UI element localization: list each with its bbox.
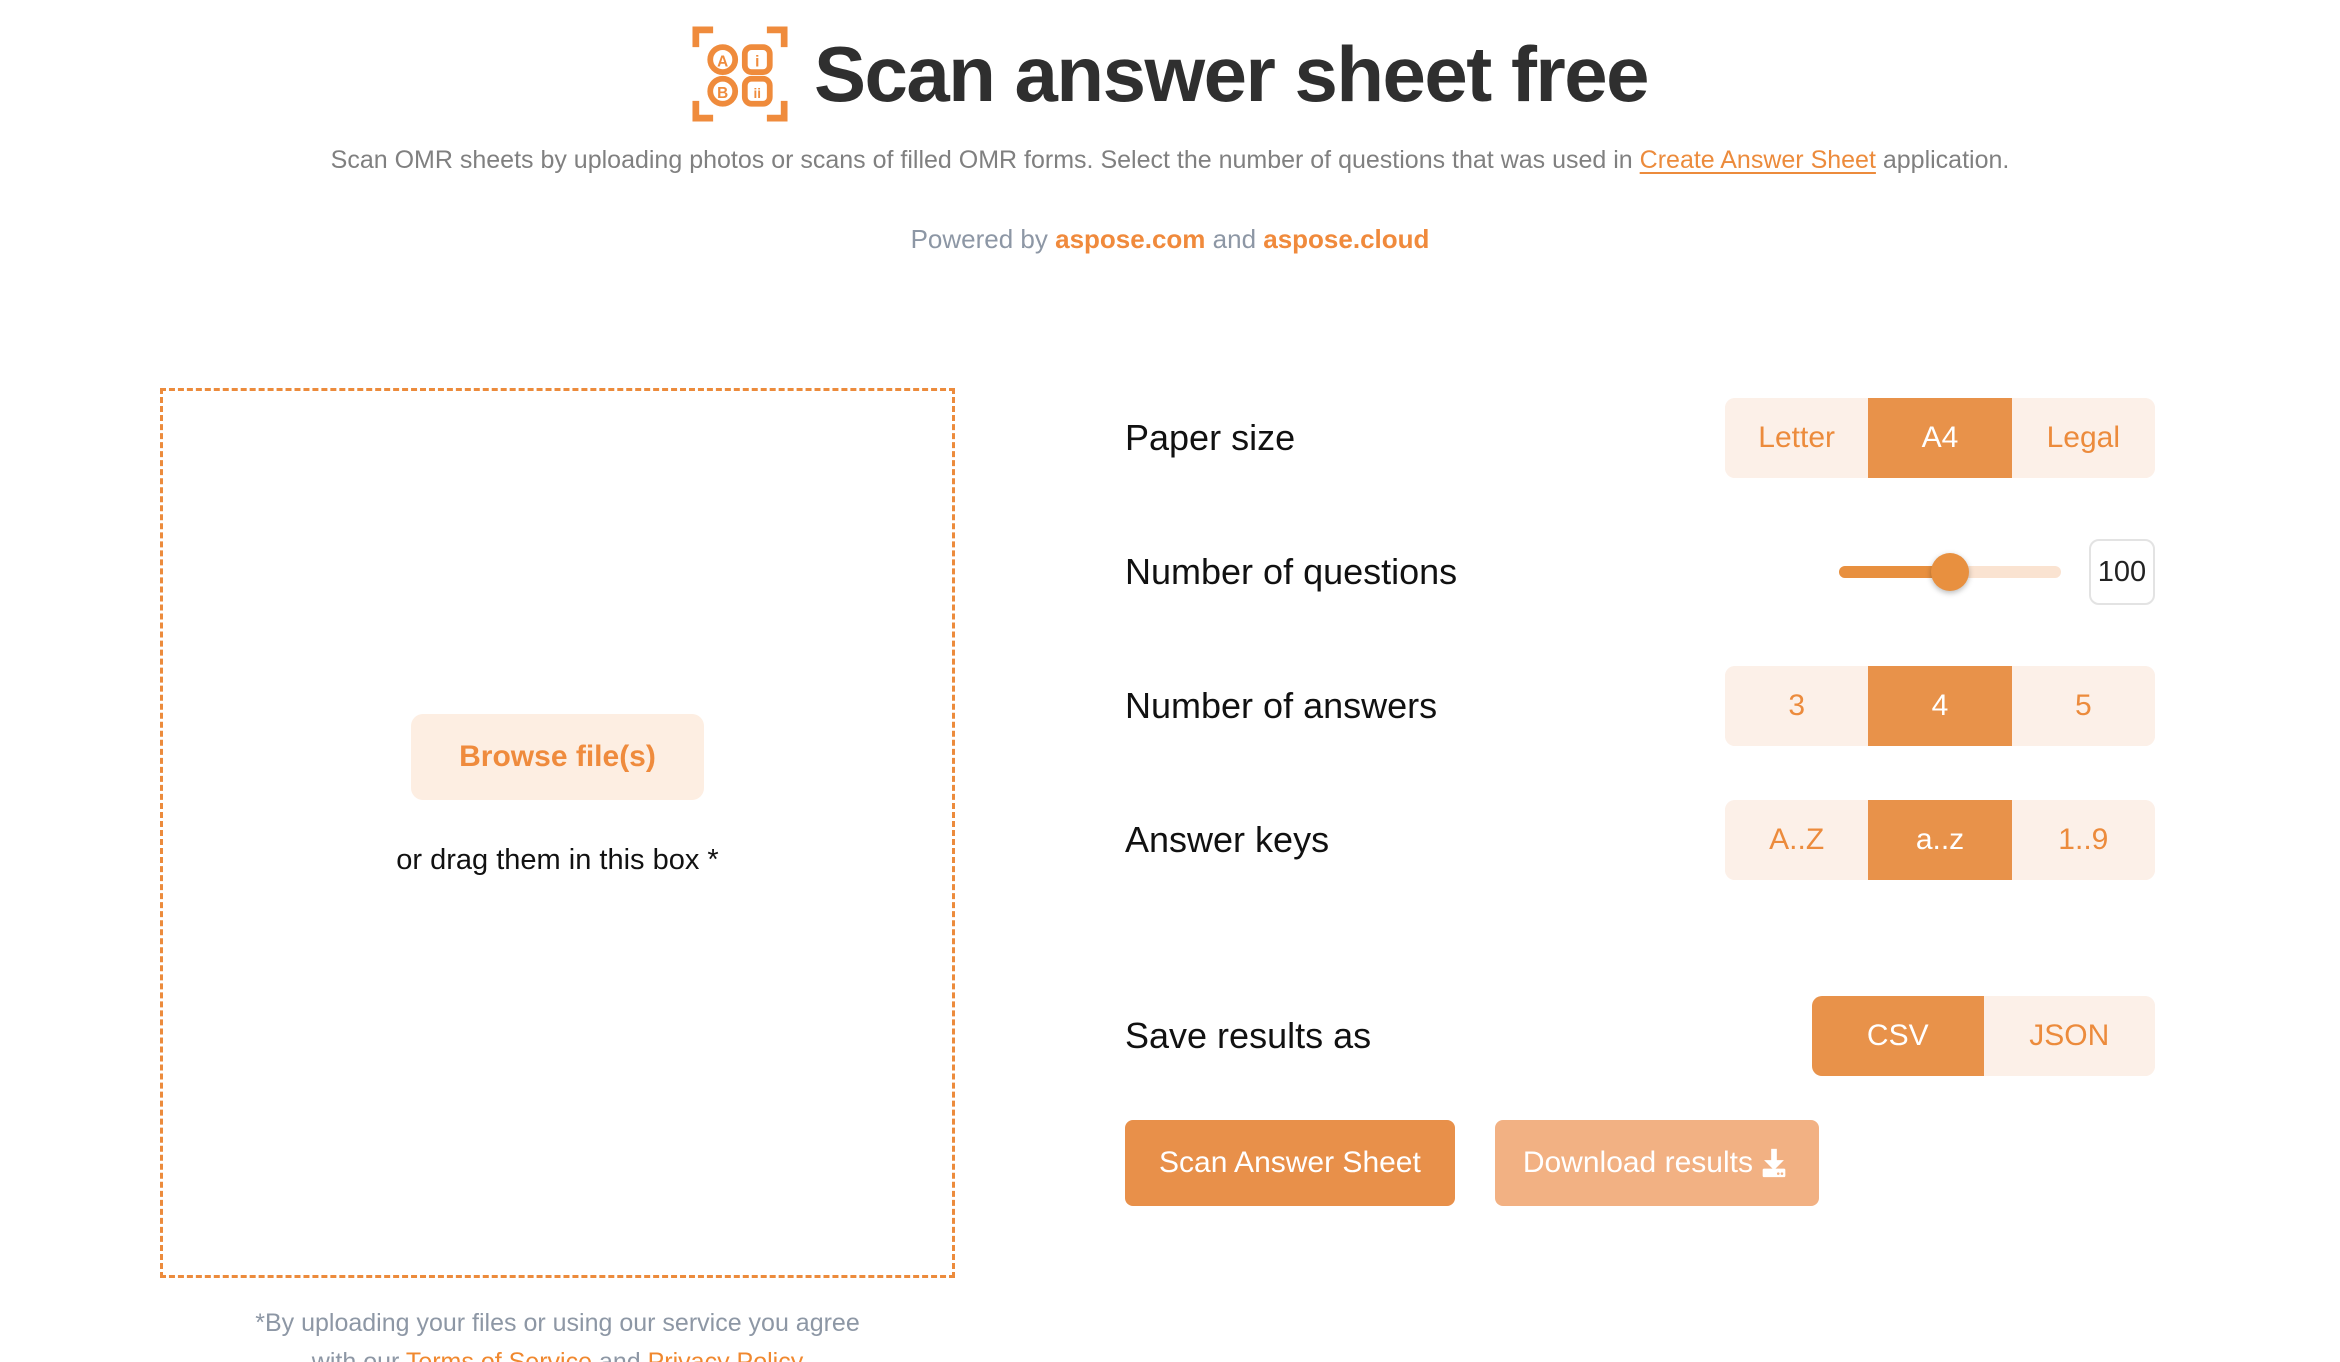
- agreement-line-1: *By uploading your files or using our se…: [255, 1309, 860, 1337]
- settings-column: Paper size Letter A4 Legal Number of que…: [1110, 388, 2340, 1206]
- powered-by-prefix: Powered by: [910, 223, 1056, 254]
- page-subtitle: Scan OMR sheets by uploading photos or s…: [0, 144, 2340, 178]
- svg-text:B: B: [717, 85, 728, 102]
- svg-text:i: i: [755, 53, 759, 70]
- answer-keys-option-numeric[interactable]: 1..9: [2011, 800, 2155, 880]
- setting-row-answer-keys: Answer keys A..Z a..z 1..9: [1125, 790, 2340, 890]
- page-title: Scan answer sheet free: [813, 30, 1650, 118]
- svg-text:ii: ii: [753, 86, 760, 101]
- answer-keys-control: A..Z a..z 1..9: [1725, 800, 2155, 880]
- powered-by-middle: and: [1205, 223, 1264, 254]
- number-of-questions-value[interactable]: 100: [2089, 539, 2155, 605]
- number-of-answers-option-5[interactable]: 5: [2011, 666, 2155, 746]
- answer-keys-label: Answer keys: [1125, 819, 1330, 860]
- number-of-answers-label: Number of answers: [1125, 685, 1438, 726]
- paper-size-label: Paper size: [1125, 417, 1296, 458]
- setting-row-number-of-answers: Number of answers 3 4 5: [1125, 656, 2340, 756]
- save-results-option-json[interactable]: JSON: [1983, 996, 2155, 1076]
- upload-column: Browse file(s) or drag them in this box …: [0, 388, 1110, 1362]
- save-results-option-csv[interactable]: CSV: [1812, 996, 1984, 1076]
- number-of-questions-slider[interactable]: [1839, 553, 2061, 591]
- subtitle-text-after: application.: [1875, 146, 2010, 174]
- aspose-com-link[interactable]: aspose.com: [1055, 224, 1205, 254]
- number-of-answers-option-4[interactable]: 4: [1868, 666, 2012, 746]
- scan-answer-sheet-button[interactable]: Scan Answer Sheet: [1125, 1120, 1455, 1206]
- terms-of-service-link[interactable]: Terms of Service: [406, 1348, 592, 1362]
- agreement-and: and: [592, 1347, 648, 1362]
- setting-row-paper-size: Paper size Letter A4 Legal: [1125, 388, 2340, 488]
- drag-instruction-text: or drag them in this box *: [396, 843, 719, 876]
- number-of-answers-control: 3 4 5: [1725, 666, 2155, 746]
- save-results-as-control: CSV JSON: [1725, 996, 2155, 1076]
- agreement-line-2: with our Terms of Service and Privacy Po…: [160, 1343, 955, 1362]
- browse-files-button[interactable]: Browse file(s): [411, 713, 704, 800]
- answer-keys-option-uppercase[interactable]: A..Z: [1725, 800, 1869, 880]
- download-results-button[interactable]: Download results: [1494, 1120, 1819, 1206]
- paper-size-option-legal[interactable]: Legal: [2011, 398, 2155, 478]
- number-of-questions-label: Number of questions: [1125, 551, 1458, 592]
- agreement-with-our: with our: [311, 1347, 406, 1362]
- subtitle-text-before: Scan OMR sheets by uploading photos or s…: [330, 146, 1640, 174]
- title-row: A B i ii Scan answer sheet free: [0, 26, 2340, 122]
- main-content: Browse file(s) or drag them in this box …: [0, 388, 2340, 1362]
- setting-row-number-of-questions: Number of questions 100: [1125, 522, 2340, 622]
- number-of-questions-control: 100: [1725, 539, 2155, 605]
- number-of-answers-option-3[interactable]: 3: [1725, 666, 1869, 746]
- privacy-policy-link[interactable]: Privacy Policy: [648, 1348, 804, 1362]
- aspose-cloud-link[interactable]: aspose.cloud: [1263, 224, 1429, 254]
- paper-size-option-letter[interactable]: Letter: [1725, 398, 1869, 478]
- save-results-as-segmented-control[interactable]: CSV JSON: [1812, 996, 2155, 1076]
- number-of-questions-slider-wrap: 100: [1725, 539, 2155, 605]
- powered-by-line: Powered by aspose.com and aspose.cloud: [0, 224, 2340, 255]
- setting-row-save-results-as: Save results as CSV JSON: [1125, 986, 2340, 1086]
- file-dropzone[interactable]: Browse file(s) or drag them in this box …: [160, 388, 955, 1278]
- answer-keys-option-lowercase[interactable]: a..z: [1868, 800, 2012, 880]
- paper-size-option-a4[interactable]: A4: [1868, 398, 2012, 478]
- svg-text:A: A: [717, 53, 728, 70]
- create-answer-sheet-link[interactable]: Create Answer Sheet: [1640, 146, 1876, 174]
- page-root: A B i ii Scan answer sheet free Scan OMR…: [0, 0, 2340, 1362]
- action-buttons: Scan Answer Sheet Download results: [1125, 1120, 2340, 1206]
- paper-size-control: Letter A4 Legal: [1725, 398, 2155, 478]
- slider-thumb[interactable]: [1931, 553, 1969, 591]
- omr-scan-logo-icon: A B i ii: [692, 26, 788, 122]
- download-results-label: Download results: [1522, 1146, 1753, 1179]
- page-header: A B i ii Scan answer sheet free Scan OMR…: [0, 0, 2340, 255]
- number-of-answers-segmented-control[interactable]: 3 4 5: [1725, 666, 2155, 746]
- agreement-text: *By uploading your files or using our se…: [160, 1304, 955, 1362]
- download-icon: [1762, 1148, 1786, 1178]
- save-results-as-label: Save results as: [1125, 1015, 1372, 1056]
- answer-keys-segmented-control[interactable]: A..Z a..z 1..9: [1725, 800, 2155, 880]
- paper-size-segmented-control[interactable]: Letter A4 Legal: [1725, 398, 2155, 478]
